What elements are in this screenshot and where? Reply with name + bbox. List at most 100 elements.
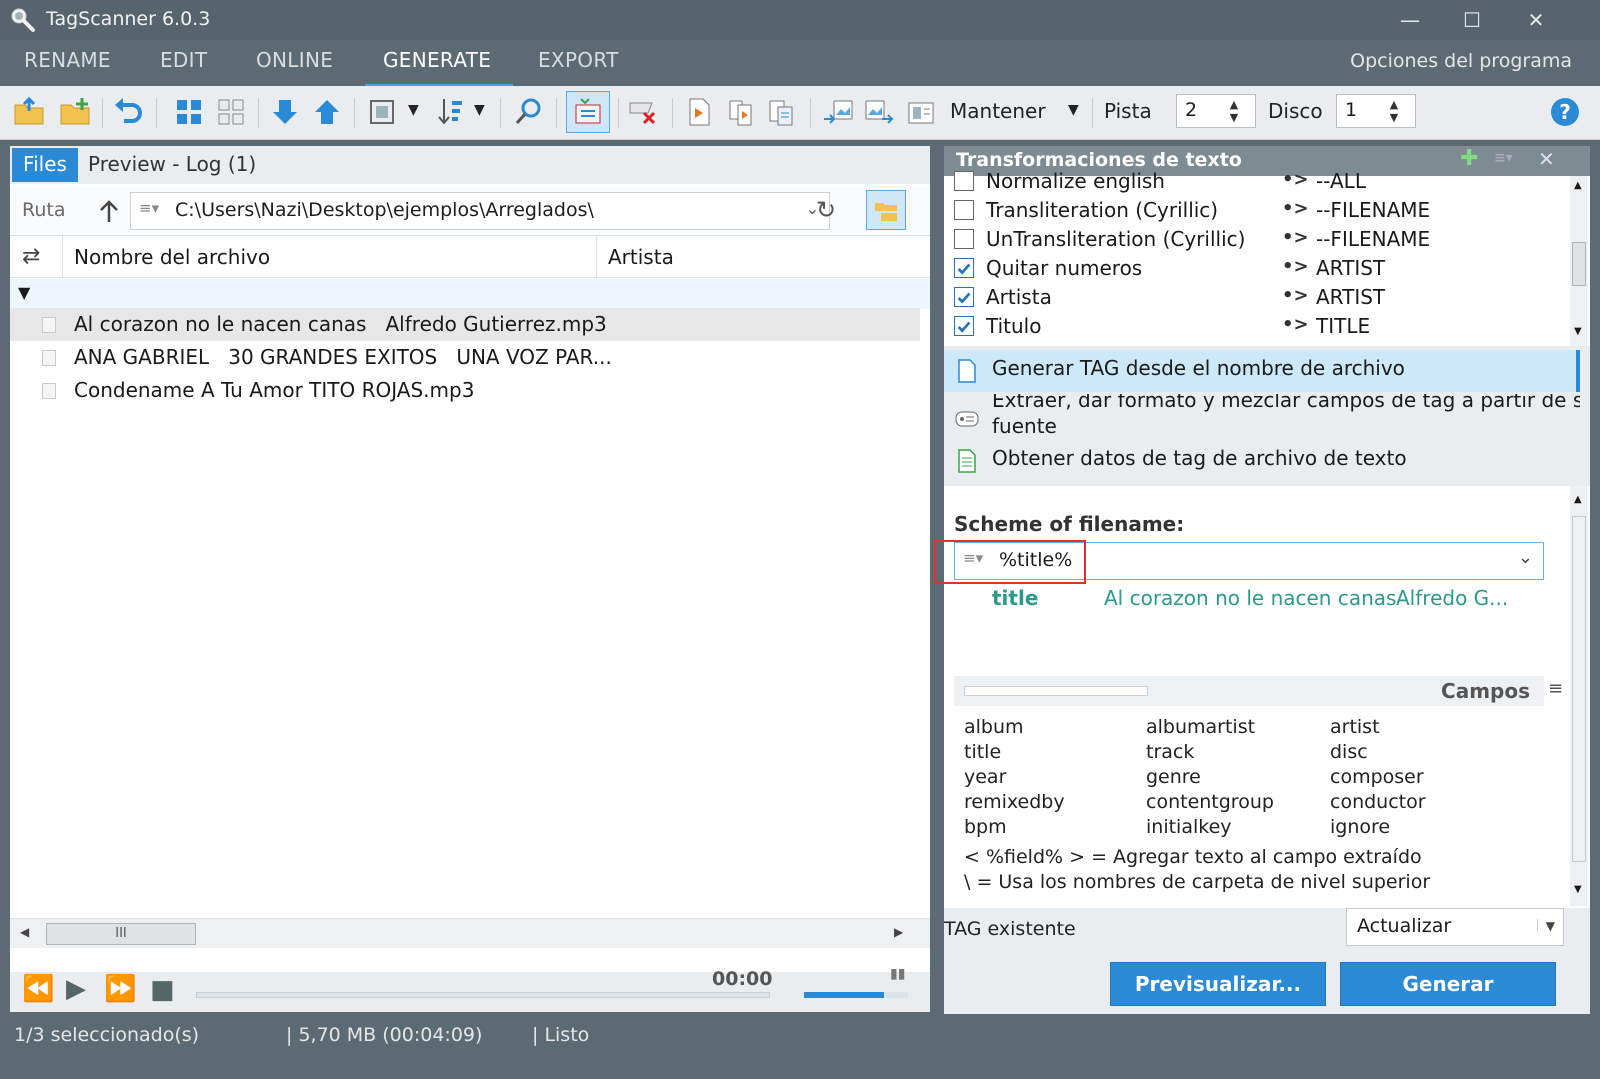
program-options-link[interactable]: Opciones del programa (1350, 50, 1572, 72)
file-info-icon[interactable] (682, 95, 716, 129)
tab-files[interactable]: Files (12, 148, 78, 182)
sort-dropdown-icon[interactable]: ▼ (474, 102, 485, 118)
menu-online[interactable]: ONLINE (256, 48, 333, 78)
generate-from-filename-option[interactable]: Generar TAG desde el nombre de archivo (944, 350, 1580, 392)
checkbox[interactable] (954, 229, 974, 249)
field-bpm[interactable]: bpm (964, 816, 1007, 838)
minimize-button[interactable]: — (1390, 4, 1430, 36)
field-ignore[interactable]: ignore (1330, 816, 1390, 838)
spinner-arrows-icon[interactable]: ▲ ▼ (1377, 98, 1411, 124)
group-row[interactable]: ▼ (10, 279, 930, 309)
checkbox-checked[interactable] (954, 316, 974, 336)
field-conductor[interactable]: conductor (1330, 791, 1426, 813)
field-composer[interactable]: composer (1330, 766, 1424, 788)
column-header-artist[interactable]: Artista (608, 245, 674, 269)
scheme-dropdown-chevron-icon[interactable]: ⌄ (1518, 547, 1533, 568)
volume-bar[interactable] (804, 992, 908, 998)
menu-export[interactable]: EXPORT (538, 48, 619, 78)
field-track[interactable]: track (1146, 741, 1194, 763)
copy-file-icon[interactable] (724, 95, 758, 129)
seek-bar[interactable] (196, 992, 770, 998)
export-cover-icon[interactable] (862, 95, 896, 129)
search-icon[interactable] (512, 95, 546, 129)
sort-icon[interactable] (434, 95, 468, 129)
file-row[interactable]: Condename A Tu Amor TITO ROJAS.mp3 (10, 374, 920, 407)
cover-settings-icon[interactable] (904, 95, 938, 129)
menu-generate[interactable]: GENERATE (383, 48, 491, 78)
move-up-icon[interactable] (310, 95, 344, 129)
transformation-row[interactable]: Artista •> ARTIST (944, 283, 1564, 312)
horizontal-scrollbar[interactable]: ◀ III ▶ (10, 918, 930, 948)
field-genre[interactable]: genre (1146, 766, 1201, 788)
add-folder-icon[interactable] (58, 95, 92, 129)
help-icon[interactable]: ? (1550, 97, 1580, 127)
scroll-down-arrow-icon[interactable]: ▼ (1574, 884, 1582, 895)
shuffle-icon[interactable]: ⇄ (22, 244, 40, 269)
field-album[interactable]: album (964, 716, 1024, 738)
field-artist[interactable]: artist (1330, 716, 1380, 738)
view-mode-icon[interactable] (366, 95, 400, 129)
import-cover-icon[interactable] (822, 95, 856, 129)
fields-filter-bar[interactable] (964, 686, 1148, 696)
remove-tags-icon[interactable] (626, 95, 660, 129)
history-list-icon[interactable]: ≡▾ (139, 199, 159, 217)
path-combobox[interactable]: ≡▾ C:\Users\Nazi\Desktop\ejemplos\Arregl… (130, 192, 830, 230)
checkbox[interactable] (954, 171, 974, 191)
mantener-dropdown[interactable]: Mantener (950, 99, 1046, 123)
transformation-row[interactable]: Quitar numeros •> ARTIST (944, 254, 1564, 283)
move-down-icon[interactable] (268, 95, 302, 129)
scroll-thumb[interactable] (1572, 242, 1586, 286)
tab-preview-log[interactable]: Preview - Log (1) (88, 152, 256, 176)
disco-spinner[interactable]: 1 ▲ ▼ (1336, 94, 1416, 128)
horizontal-scroll-thumb[interactable]: III (46, 923, 196, 945)
transformation-row[interactable]: UnTransliteration (Cyrillic) •> --FILENA… (944, 225, 1564, 254)
collapse-arrow-icon[interactable]: ▼ (18, 283, 30, 302)
column-header-filename[interactable]: Nombre del archivo (74, 245, 270, 269)
field-year[interactable]: year (964, 766, 1006, 788)
select-all-icon[interactable] (172, 95, 206, 129)
scroll-thumb[interactable] (1572, 516, 1586, 862)
refresh-icon[interactable]: ↻ (816, 196, 836, 224)
checkbox-checked[interactable] (954, 287, 974, 307)
scroll-up-arrow-icon[interactable]: ▲ (1574, 180, 1582, 191)
generate-button[interactable]: Generar (1340, 962, 1556, 1006)
select-chevron-icon[interactable]: ▼ (1536, 919, 1555, 933)
extract-format-option[interactable]: Extraer, dar formato y mezclar campos de… (944, 394, 1580, 442)
from-text-file-option[interactable]: Obtener datos de tag de archivo de texto (944, 444, 1580, 482)
volume-icon[interactable]: ▮▮ (890, 966, 905, 982)
transformation-row[interactable]: Normalize english •> --ALL (944, 167, 1564, 196)
deselect-icon[interactable] (214, 95, 248, 129)
file-row[interactable]: ANA GABRIEL 30 GRANDES EXITOS UNA VOZ PA… (10, 341, 920, 374)
play-icon[interactable]: ▶ (66, 974, 86, 1004)
checkbox-checked[interactable] (954, 258, 974, 278)
generate-mode-toggle[interactable] (566, 91, 610, 133)
preview-button[interactable]: Previsualizar... (1110, 962, 1326, 1006)
scroll-right-arrow-icon[interactable]: ▶ (894, 925, 903, 939)
field-disc[interactable]: disc (1330, 741, 1368, 763)
field-remixedby[interactable]: remixedby (964, 791, 1065, 813)
field-contentgroup[interactable]: contentgroup (1146, 791, 1274, 813)
menu-edit[interactable]: EDIT (160, 48, 207, 78)
transformation-row[interactable]: Titulo •> TITLE (944, 312, 1564, 341)
spinner-arrows-icon[interactable]: ▲ ▼ (1217, 98, 1251, 124)
menu-rename[interactable]: RENAME (24, 48, 111, 78)
mantener-chevron-icon[interactable]: ▼ (1068, 102, 1079, 118)
fast-forward-icon[interactable]: ⏩ (104, 974, 136, 1004)
field-initialkey[interactable]: initialkey (1146, 816, 1232, 838)
rewind-icon[interactable]: ⏪ (22, 974, 54, 1004)
folder-tree-toggle[interactable] (866, 190, 906, 230)
parent-folder-up-icon[interactable] (98, 198, 120, 224)
view-mode-dropdown-icon[interactable]: ▼ (408, 102, 419, 118)
scheme-scrollbar[interactable]: ▲ ▼ (1570, 486, 1588, 906)
undo-icon[interactable] (112, 95, 146, 129)
scroll-left-arrow-icon[interactable]: ◀ (20, 925, 29, 939)
open-folder-icon[interactable] (12, 95, 46, 129)
field-albumartist[interactable]: albumartist (1146, 716, 1255, 738)
close-button[interactable]: ✕ (1516, 4, 1556, 36)
fields-menu-icon[interactable]: ≡ (1548, 678, 1563, 699)
transformations-scrollbar[interactable]: ▲ ▼ (1570, 176, 1588, 346)
scroll-up-arrow-icon[interactable]: ▲ (1574, 494, 1582, 505)
file-row[interactable]: Al corazon no le nacen canas Alfredo Gut… (10, 308, 920, 341)
clipboard-icon[interactable] (764, 95, 798, 129)
maximize-button[interactable]: ☐ (1452, 4, 1492, 36)
